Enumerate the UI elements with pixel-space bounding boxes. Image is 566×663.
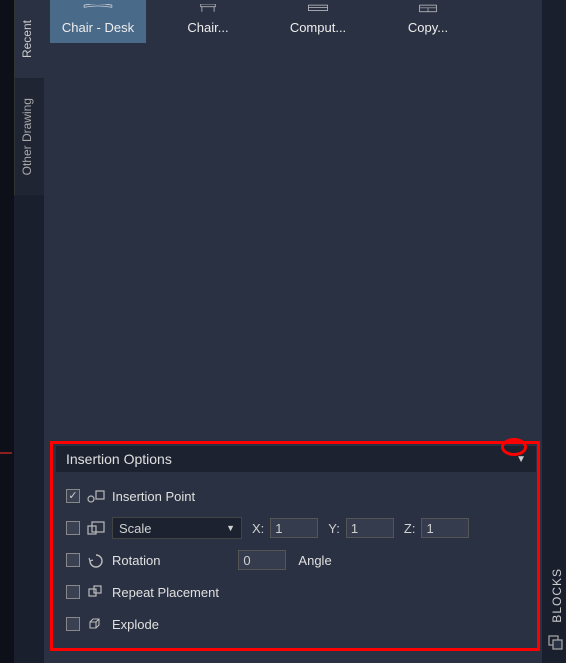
insertion-options-panel: Insertion Options ▼ Insertion Point bbox=[56, 446, 536, 658]
rotation-angle-input[interactable] bbox=[238, 550, 286, 570]
explode-checkbox[interactable] bbox=[66, 617, 80, 631]
block-copy[interactable]: Copy... bbox=[380, 0, 476, 43]
block-label: Copy... bbox=[382, 20, 474, 35]
insertion-point-row: Insertion Point bbox=[66, 482, 526, 510]
repeat-placement-label: Repeat Placement bbox=[112, 585, 219, 600]
rotation-checkbox[interactable] bbox=[66, 553, 80, 567]
block-label: Chair... bbox=[162, 20, 254, 35]
chair-icon bbox=[183, 4, 233, 14]
repeat-placement-icon bbox=[86, 583, 106, 601]
block-gallery: Chair - Desk Chair... Comput... bbox=[44, 0, 542, 43]
x-label: X: bbox=[252, 521, 264, 536]
block-chair[interactable]: Chair... bbox=[160, 0, 256, 43]
repeat-placement-row: Repeat Placement bbox=[66, 578, 526, 606]
insertion-point-icon bbox=[86, 487, 106, 505]
tab-other-drawing[interactable]: Other Drawing bbox=[14, 78, 44, 195]
block-chair-desk[interactable]: Chair - Desk bbox=[50, 0, 146, 43]
chair-desk-icon bbox=[68, 4, 128, 14]
scale-z-input[interactable] bbox=[421, 518, 469, 538]
insertion-point-checkbox[interactable] bbox=[66, 489, 80, 503]
side-tabs: Recent Other Drawing bbox=[14, 0, 44, 663]
rotation-label: Rotation bbox=[112, 553, 160, 568]
computer-icon bbox=[293, 4, 343, 14]
panel-title: Insertion Options bbox=[66, 451, 172, 467]
scale-x-input[interactable] bbox=[270, 518, 318, 538]
scale-dropdown[interactable]: Scale ▼ bbox=[112, 517, 242, 539]
scale-y-input[interactable] bbox=[346, 518, 394, 538]
angle-label: Angle bbox=[298, 553, 331, 568]
rotation-icon bbox=[86, 551, 106, 569]
block-label: Chair - Desk bbox=[52, 20, 144, 35]
palette-title: BLOCKS bbox=[550, 568, 564, 623]
scale-row: Scale ▼ X: Y: Z: bbox=[66, 514, 526, 542]
repeat-placement-checkbox[interactable] bbox=[66, 585, 80, 599]
scale-dropdown-label: Scale bbox=[119, 521, 152, 536]
annotation-circle bbox=[501, 438, 527, 456]
insertion-options-header[interactable]: Insertion Options ▼ bbox=[56, 446, 536, 472]
copier-icon bbox=[403, 4, 453, 14]
z-label: Z: bbox=[404, 521, 416, 536]
explode-icon bbox=[86, 615, 106, 633]
scale-icon bbox=[86, 519, 106, 537]
insertion-point-label: Insertion Point bbox=[112, 489, 195, 504]
explode-label: Explode bbox=[112, 617, 159, 632]
explode-row: Explode bbox=[66, 610, 526, 638]
y-label: Y: bbox=[328, 521, 340, 536]
tab-recent[interactable]: Recent bbox=[14, 0, 44, 78]
block-label: Comput... bbox=[272, 20, 364, 35]
chevron-down-icon: ▼ bbox=[226, 523, 235, 533]
rotation-row: Rotation Angle bbox=[66, 546, 526, 574]
block-computer[interactable]: Comput... bbox=[270, 0, 366, 43]
palette-properties-icon[interactable] bbox=[546, 633, 564, 651]
scale-checkbox[interactable] bbox=[66, 521, 80, 535]
